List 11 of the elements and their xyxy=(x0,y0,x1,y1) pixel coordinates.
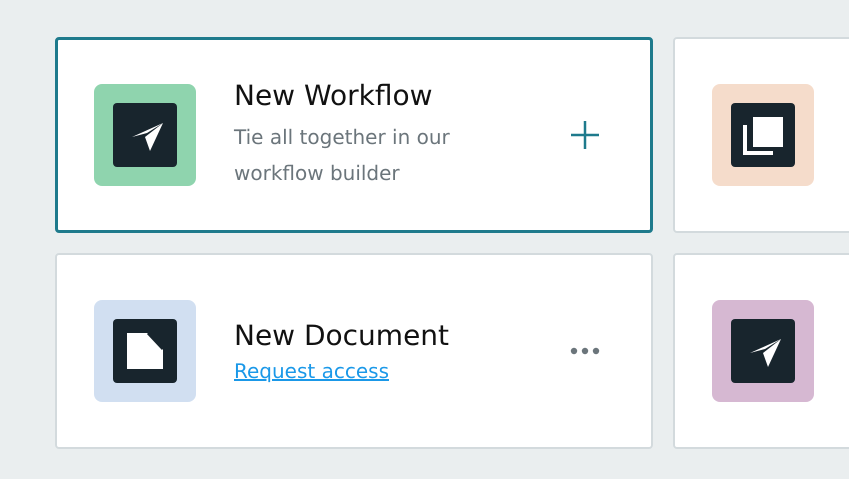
plus-icon xyxy=(570,120,600,150)
card-title: New Document xyxy=(234,319,450,353)
card-description: Tie all together in our workflow builder xyxy=(234,124,451,187)
card[interactable]: New Document Request access xyxy=(55,253,653,449)
paper-plane-icon xyxy=(113,103,177,167)
card-title: New Workflow xyxy=(234,79,434,113)
document-icon xyxy=(113,319,177,383)
paper-plane-icon xyxy=(731,319,795,383)
copy-icon xyxy=(731,103,795,167)
more-icon xyxy=(570,347,600,355)
card[interactable]: New Workflow Tie all together in our workflow builder xyxy=(55,37,653,233)
